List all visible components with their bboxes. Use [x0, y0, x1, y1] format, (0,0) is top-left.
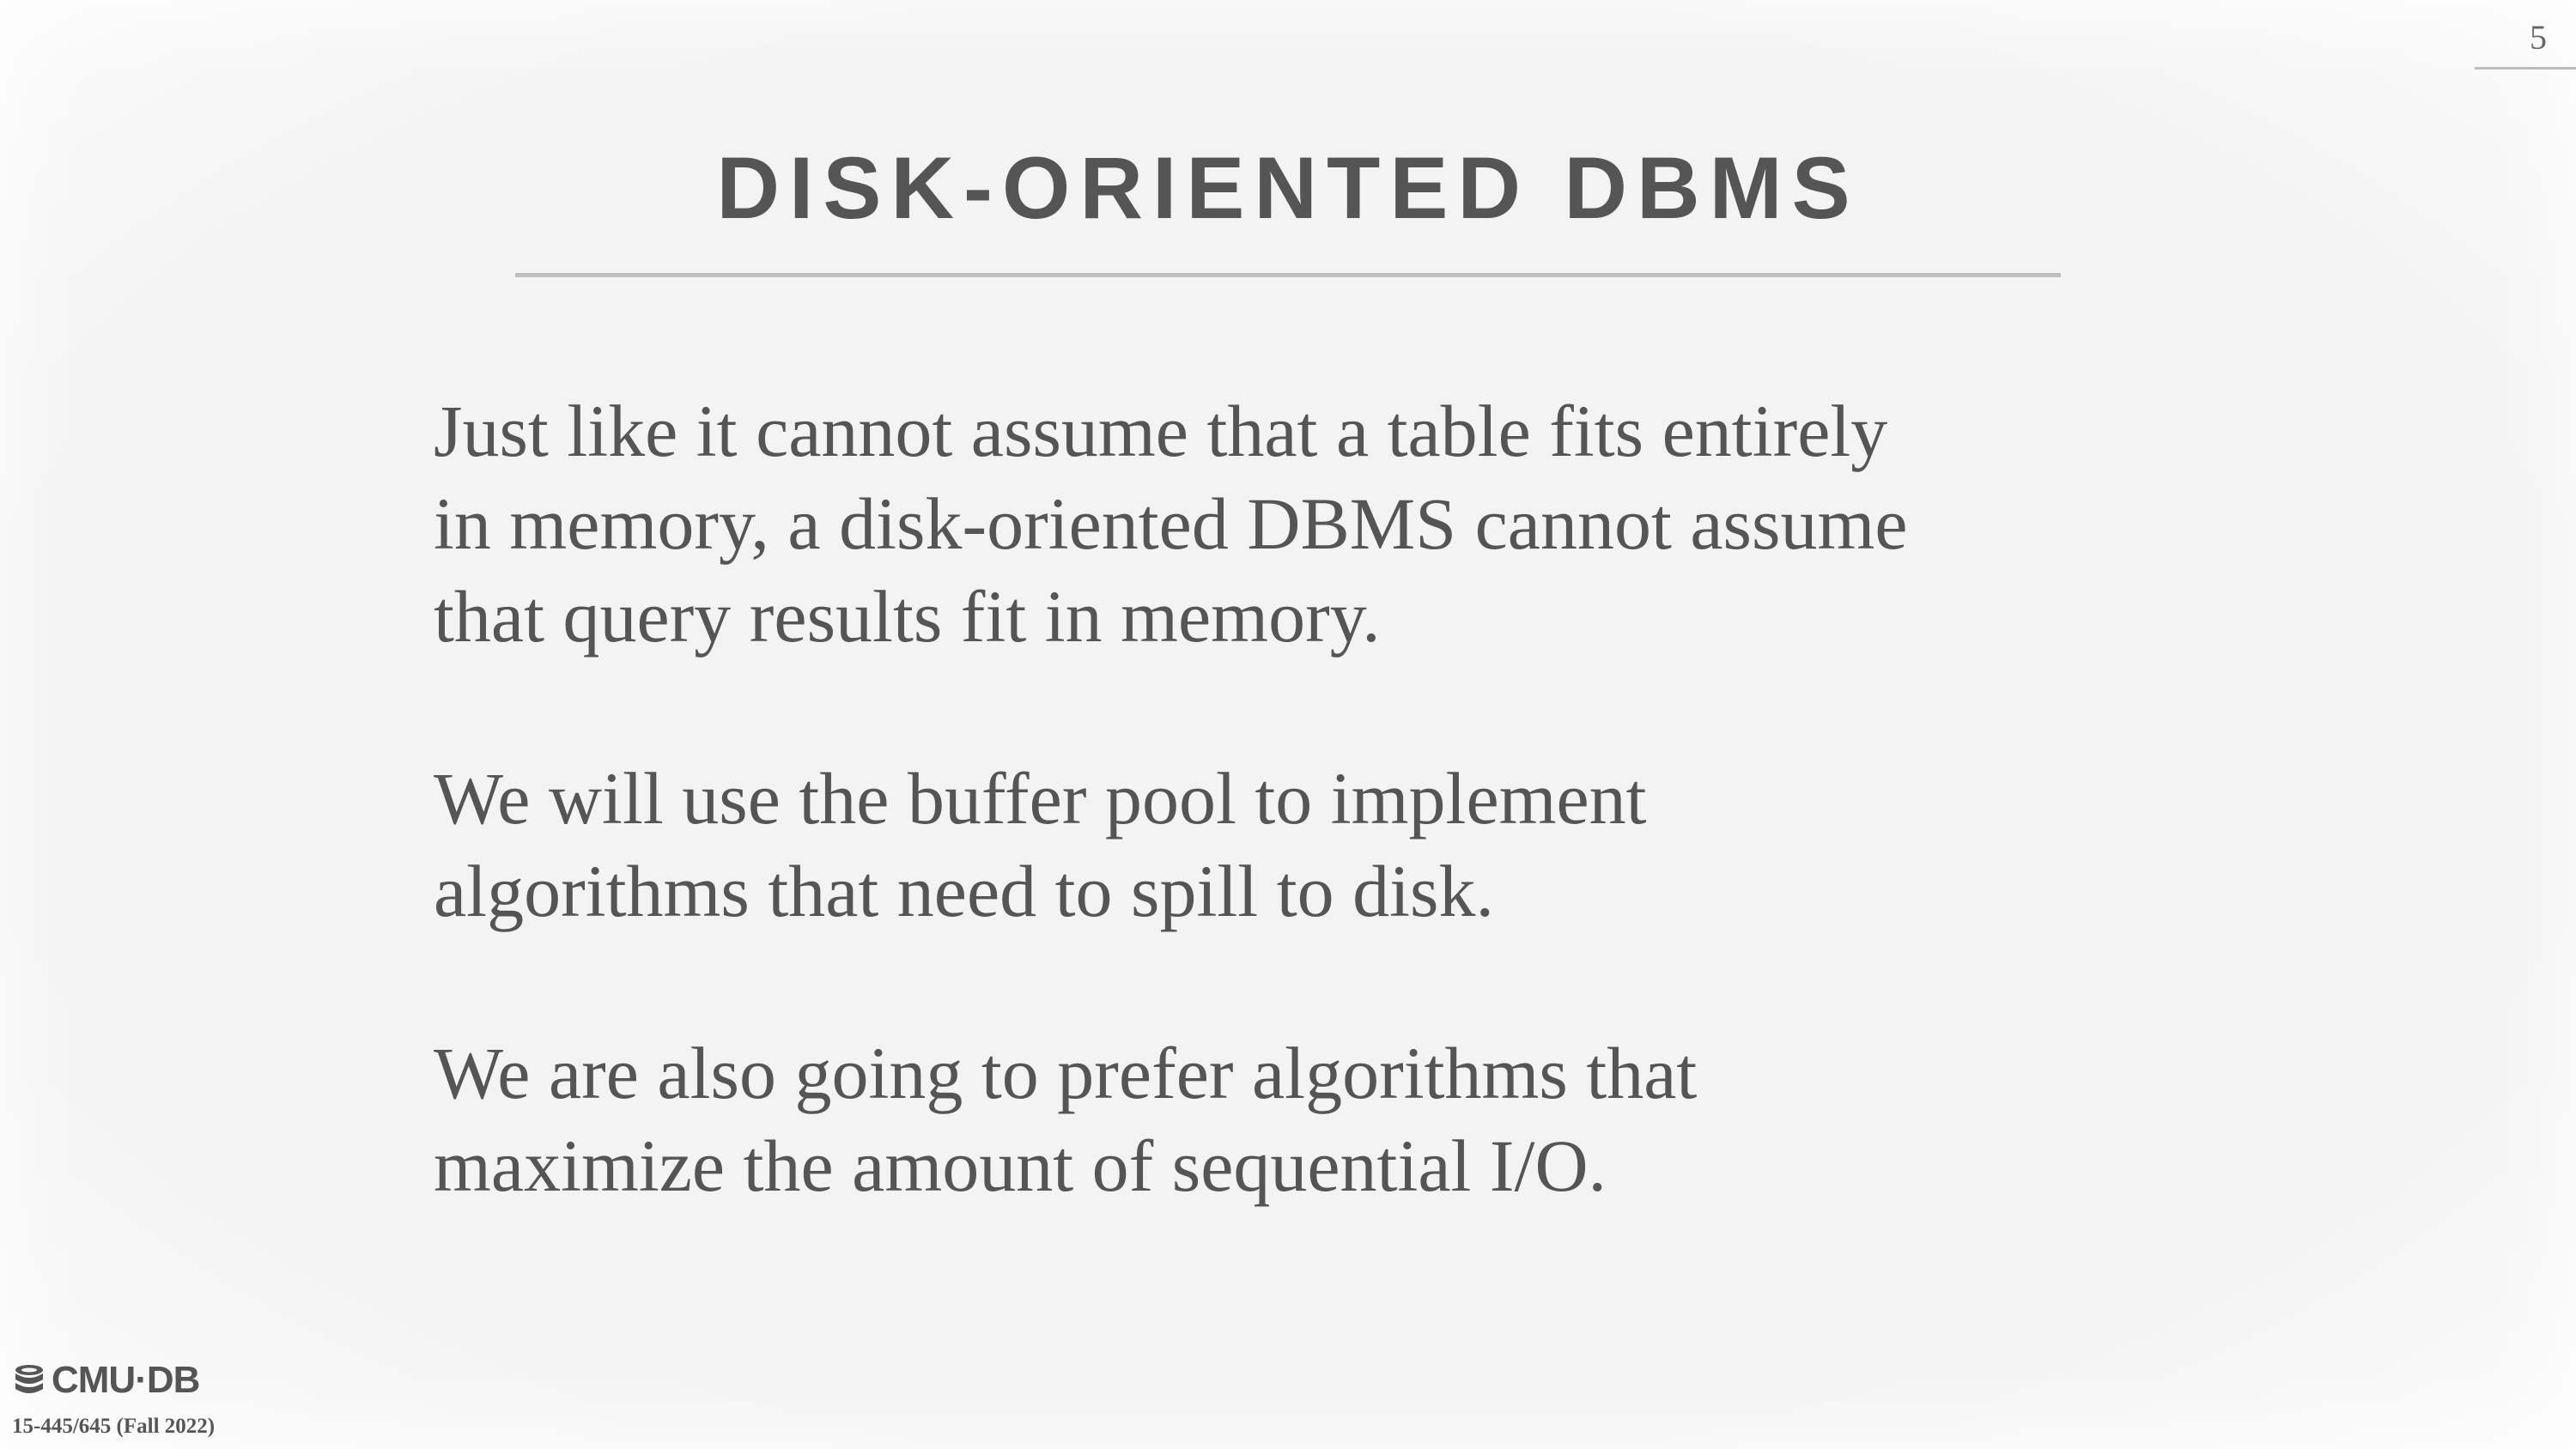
- page-number-rule: [2475, 67, 2576, 70]
- body-paragraph-2: We will use the buffer pool to implement…: [434, 757, 1647, 932]
- slide-body: Just like it cannot assume that a table …: [434, 385, 2237, 1301]
- logo-text: CMU·DB: [52, 1359, 200, 1401]
- database-icon: [15, 1365, 43, 1393]
- body-paragraph-1: Just like it cannot assume that a table …: [434, 390, 1908, 658]
- cmu-db-logo: CMU·DB: [12, 1359, 200, 1401]
- title-underline: [515, 273, 2061, 277]
- page-number: 5: [2530, 18, 2547, 57]
- body-paragraph-3: We are also going to prefer algorithms t…: [434, 1032, 1698, 1207]
- slide-title: DISK-ORIENTED DBMS: [716, 139, 1860, 237]
- course-label: 15-445/645 (Fall 2022): [12, 1415, 216, 1438]
- slide: 5 DISK-ORIENTED DBMS Just like it cannot…: [0, 0, 2576, 1449]
